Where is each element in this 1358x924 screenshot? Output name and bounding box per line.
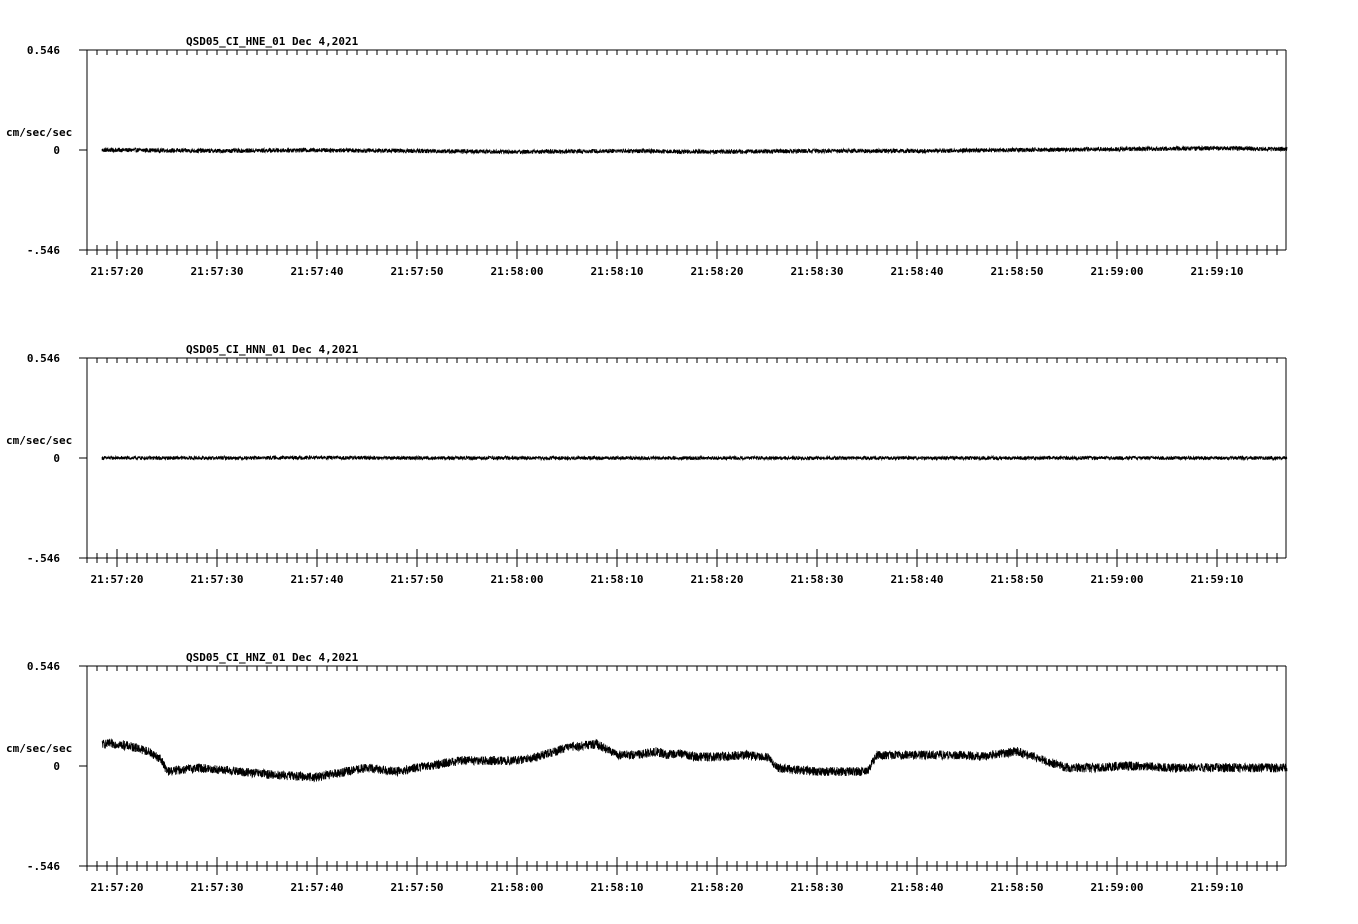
x-tick-label: 21:58:40 <box>891 265 944 278</box>
x-tick-label: 21:58:10 <box>591 881 644 894</box>
chart-title: QSD05_CI_HNZ_01 Dec 4,2021 <box>186 651 359 664</box>
channel-panel-1: QSD05_CI_HNE_01 Dec 4,2021 cm/sec/sec 0.54… <box>6 35 1288 278</box>
x-tick-label: 21:59:00 <box>1091 573 1144 586</box>
x-tick-label: 21:59:00 <box>1091 265 1144 278</box>
x-tick-label: 21:58:40 <box>891 573 944 586</box>
x-tick-label: 21:58:20 <box>691 265 744 278</box>
x-tick-label: 21:58:00 <box>491 881 544 894</box>
x-tick-label: 21:57:50 <box>391 265 444 278</box>
waveform-trace <box>101 737 1288 783</box>
x-tick-label: 21:59:10 <box>1191 265 1244 278</box>
x-tick-label: 21:57:40 <box>291 265 344 278</box>
waveform-trace <box>101 454 1288 462</box>
y-tick-label: 0 <box>53 452 60 465</box>
x-tick-label: 21:58:10 <box>591 573 644 586</box>
x-tick-label: 21:57:30 <box>191 573 244 586</box>
y-axis-label: cm/sec/sec <box>6 742 72 755</box>
y-tick-label: 0.546 <box>27 660 60 673</box>
y-tick-label: 0.546 <box>27 44 60 57</box>
x-tick-label: 21:57:40 <box>291 881 344 894</box>
x-tick-label: 21:58:00 <box>491 265 544 278</box>
x-tick-label: 21:58:50 <box>991 881 1044 894</box>
x-tick-label: 21:58:30 <box>791 881 844 894</box>
x-tick-label: 21:57:30 <box>191 881 244 894</box>
x-tick-label: 21:57:40 <box>291 573 344 586</box>
x-tick-label: 21:57:50 <box>391 881 444 894</box>
x-tick-label: 21:57:20 <box>91 265 144 278</box>
y-axis-label: cm/sec/sec <box>6 434 72 447</box>
x-tick-label: 21:58:20 <box>691 881 744 894</box>
y-tick-label: -.546 <box>27 552 60 565</box>
x-tick-label: 21:58:20 <box>691 573 744 586</box>
y-tick-label: -.546 <box>27 244 60 257</box>
x-tick-label: 21:58:30 <box>791 573 844 586</box>
y-tick-label: -.546 <box>27 860 60 873</box>
y-tick-label: 0 <box>53 760 60 773</box>
x-tick-label: 21:59:10 <box>1191 881 1244 894</box>
x-tick-label: 21:57:20 <box>91 881 144 894</box>
chart-title: QSD05_CI_HNE_01 Dec 4,2021 <box>186 35 359 48</box>
channel-panel-2: QSD05_CI_HNN_01 Dec 4,2021 cm/sec/sec 0.54… <box>6 343 1288 586</box>
y-axis-label: cm/sec/sec <box>6 126 72 139</box>
x-tick-label: 21:58:50 <box>991 265 1044 278</box>
x-tick-label: 21:58:30 <box>791 265 844 278</box>
x-tick-label: 21:57:30 <box>191 265 244 278</box>
chart-title: QSD05_CI_HNN_01 Dec 4,2021 <box>186 343 359 356</box>
channel-panel-3: QSD05_CI_HNZ_01 Dec 4,2021 cm/sec/sec 0.54… <box>6 651 1288 894</box>
x-tick-label: 21:59:00 <box>1091 881 1144 894</box>
x-tick-label: 21:58:00 <box>491 573 544 586</box>
seismogram-figure: QSD05_CI_HNE_01 Dec 4,2021 cm/sec/sec 0.54… <box>6 35 1288 894</box>
x-tick-label: 21:57:50 <box>391 573 444 586</box>
y-tick-label: 0 <box>53 144 60 157</box>
waveform-trace <box>101 145 1288 156</box>
x-tick-label: 21:59:10 <box>1191 573 1244 586</box>
x-tick-label: 21:58:10 <box>591 265 644 278</box>
x-tick-label: 21:57:20 <box>91 573 144 586</box>
x-tick-label: 21:58:40 <box>891 881 944 894</box>
y-tick-label: 0.546 <box>27 352 60 365</box>
x-tick-label: 21:58:50 <box>991 573 1044 586</box>
